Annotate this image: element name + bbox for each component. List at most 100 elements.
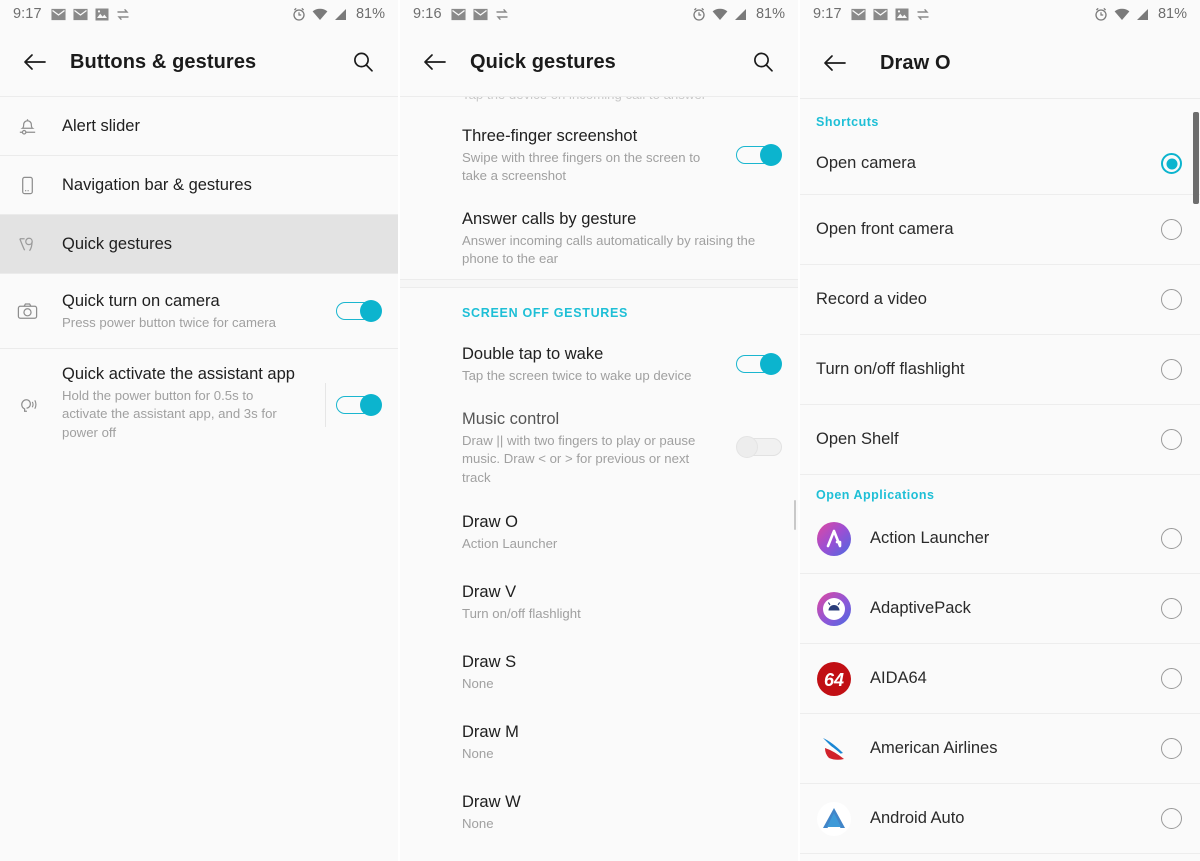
list-item[interactable]: Alert slider (0, 97, 398, 155)
panel-buttons-and-gestures: 9:17 81% Buttons & gestures Alert slider… (0, 0, 400, 861)
back-arrow-icon[interactable] (818, 46, 852, 80)
radio-row-android-auto[interactable]: Android Auto (800, 784, 1200, 854)
signal-icon (734, 8, 746, 20)
list-item-quick-gestures[interactable]: Quick gestures (0, 215, 398, 273)
section-header-screen-off-gestures: SCREEN OFF GESTURES (462, 306, 629, 320)
toggle-knob (760, 144, 782, 166)
radio-label: Action Launcher (870, 529, 990, 547)
wifi-icon (1114, 8, 1130, 20)
status-time: 9:16 (413, 6, 442, 22)
toggle-knob (360, 394, 382, 416)
radio-label: Open camera (816, 154, 916, 172)
list-item-answer-calls-by-gesture[interactable]: Answer calls by gesture Answer incoming … (400, 197, 798, 279)
alert-slider-icon (16, 115, 62, 138)
back-arrow-icon[interactable] (418, 45, 452, 79)
radio-button[interactable] (1161, 808, 1182, 829)
toggle-quick-activate-assistant[interactable] (336, 394, 382, 416)
list-item-subtitle: Tap the screen twice to wake up device (462, 368, 692, 384)
alarm-icon (1095, 7, 1107, 21)
radio-row-action-launcher[interactable]: Action Launcher (800, 504, 1200, 574)
status-system-icons: 81% (692, 6, 785, 22)
battery-percent: 81% (755, 6, 785, 22)
radio-label: Android Auto (870, 809, 965, 827)
radio-button[interactable] (1161, 289, 1182, 310)
list-item-text: Quick activate the assistant app Hold th… (62, 357, 325, 452)
status-notification-icons (851, 8, 930, 21)
radio-row-american-airlines[interactable]: American Airlines (800, 714, 1200, 784)
radio-button[interactable] (1161, 668, 1182, 689)
gmail-icon (51, 8, 66, 20)
radio-row-record-a-video[interactable]: Record a video (800, 265, 1200, 335)
toggle-three-finger-screenshot[interactable] (736, 144, 782, 166)
list-item-music-control[interactable]: Music control Draw || with two fingers t… (400, 398, 798, 497)
list-item-label: Quick turn on camera (62, 291, 220, 310)
page-title: Quick gestures (470, 50, 616, 73)
alarm-icon (693, 7, 705, 21)
wifi-icon (712, 8, 728, 20)
radio-button[interactable] (1161, 429, 1182, 450)
radio-label: American Airlines (870, 739, 998, 757)
toggle-double-tap-to-wake[interactable] (736, 353, 782, 375)
list-item-draw-s[interactable]: Draw S None (400, 637, 798, 707)
list-item-three-finger-screenshot[interactable]: Three-finger screenshot Swipe with three… (400, 113, 798, 197)
sync-icon (495, 8, 508, 20)
list-item-text: Music control Draw || with two fingers t… (462, 398, 726, 497)
image-icon (895, 8, 909, 20)
radio-row-open-shelf[interactable]: Open Shelf (800, 405, 1200, 475)
list-item-draw-o[interactable]: Draw O Action Launcher (400, 497, 798, 567)
toggle-knob (760, 353, 782, 375)
gmail-icon (73, 8, 88, 20)
list-item-text: Navigation bar & gestures (62, 164, 382, 206)
radio-row-aida64[interactable]: 64 AIDA64 (800, 644, 1200, 714)
search-icon[interactable] (746, 45, 780, 79)
list-item-draw-m[interactable]: Draw M None (400, 707, 798, 777)
toggle-music-control[interactable] (736, 436, 782, 459)
adaptivepack-icon (816, 591, 852, 627)
list-item-subtitle: Draw || with two fingers to play or paus… (462, 433, 696, 485)
list-item-text: Alert slider (62, 105, 382, 147)
radio-row-open-camera[interactable]: Open camera (800, 133, 1200, 195)
list-item-text: Draw S None (462, 641, 782, 703)
radio-button[interactable] (1161, 528, 1182, 549)
list-item-draw-v[interactable]: Draw V Turn on/off flashlight (400, 567, 798, 637)
scrollbar-thumb[interactable] (1193, 112, 1199, 204)
radio-button[interactable] (1161, 598, 1182, 619)
radio-row-turn-on-off-flashlight[interactable]: Turn on/off flashlight (800, 335, 1200, 405)
aida64-icon: 64 (816, 661, 852, 697)
list-item-text: Quick turn on camera Press power button … (62, 280, 326, 342)
list-item-quick-assistant[interactable]: Quick activate the assistant app Hold th… (0, 349, 398, 453)
scrollbar-thumb[interactable] (794, 500, 796, 530)
radio-label: AIDA64 (870, 669, 927, 687)
list-item-subtitle: None (462, 675, 494, 691)
list-item[interactable]: Navigation bar & gestures (0, 156, 398, 214)
list-item-draw-w[interactable]: Draw W None (400, 777, 798, 847)
radio-label: Record a video (816, 290, 927, 308)
camera-icon (16, 300, 62, 323)
list-item-label: Answer calls by gesture (462, 209, 637, 228)
image-icon (95, 8, 109, 20)
radio-label: AdaptivePack (870, 599, 971, 617)
panel-draw-o: 9:17 81% Draw O Shortcuts Open camera Op… (800, 0, 1200, 861)
status-bar-3: 9:17 81% (800, 0, 1200, 28)
toggle-quick-turn-on-camera[interactable] (336, 300, 382, 322)
radio-button[interactable] (1161, 359, 1182, 380)
search-icon[interactable] (346, 45, 380, 79)
radio-row-open-front-camera[interactable]: Open front camera (800, 195, 1200, 265)
radio-row-adaptivepack[interactable]: AdaptivePack (800, 574, 1200, 644)
list-item-label: Quick activate the assistant app (62, 365, 295, 383)
panel-quick-gestures: 9:16 81% Quick gestures Three-finger scr… (400, 0, 800, 861)
app-bar-1: Buttons & gestures (0, 28, 398, 96)
list-item-label: Draw V (462, 582, 517, 601)
american-airlines-icon (816, 730, 852, 767)
radio-button[interactable] (1161, 738, 1182, 759)
status-notification-icons (51, 8, 130, 21)
radio-button-selected[interactable] (1161, 153, 1182, 174)
list-item-double-tap-to-wake[interactable]: Double tap to wake Tap the screen twice … (400, 330, 798, 398)
radio-label: Turn on/off flashlight (816, 360, 965, 378)
list-item-label: Navigation bar & gestures (62, 175, 252, 194)
partial-row-text: Tap the device on incoming call to answe… (462, 97, 706, 102)
list-item-quick-camera[interactable]: Quick turn on camera Press power button … (0, 274, 398, 348)
radio-button[interactable] (1161, 219, 1182, 240)
back-arrow-icon[interactable] (18, 45, 52, 79)
status-bar-1: 9:17 81% (0, 0, 398, 28)
